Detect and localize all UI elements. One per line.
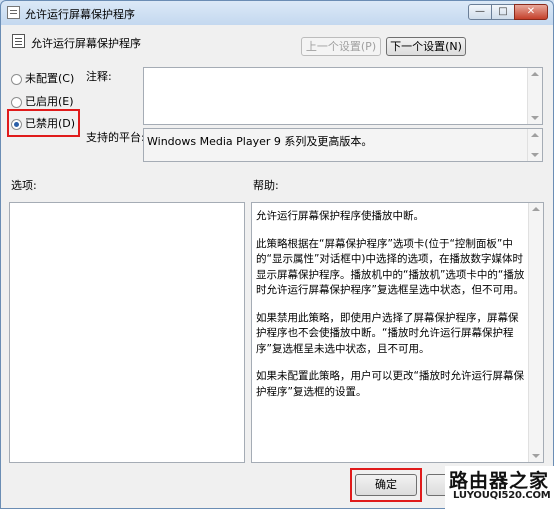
comment-label: 注释:: [86, 70, 112, 83]
scroll-down-icon[interactable]: [531, 116, 539, 120]
help-paragraph: 如果禁用此策略，即使用户选择了屏幕保护程序，屏幕保护程序也不会使播放中断。“播放…: [256, 311, 519, 355]
help-paragraph: 允许运行屏幕保护程序使播放中断。: [256, 210, 424, 222]
dialog-body: 允许运行屏幕保护程序 上一个设置(P) 下一个设置(N) 未配置(C) 已启用(…: [1, 25, 553, 508]
scroll-up-icon[interactable]: [532, 207, 540, 211]
supported-platform-label: 支持的平台:: [86, 131, 145, 144]
watermark-url: LUYOUQI520.COM: [453, 490, 551, 501]
help-paragraph: 如果未配置此策略，用户可以更改“播放时允许运行屏幕保护程序”复选框的设置。: [256, 370, 524, 398]
close-button[interactable]: ✕: [514, 4, 548, 20]
help-scrollbar[interactable]: [528, 203, 543, 462]
radio-enabled[interactable]: [11, 96, 22, 108]
window-title: 允许运行屏幕保护程序: [25, 8, 135, 21]
help-paragraph: 此策略根据在“屏幕保护程序”选项卡(位于“控制面板”中的“显示属性”对话框中)中…: [256, 237, 525, 297]
options-panel: [9, 202, 245, 463]
help-label: 帮助:: [253, 179, 279, 192]
scroll-up-icon[interactable]: [531, 72, 539, 76]
supported-scrollbar[interactable]: [527, 129, 542, 161]
option-not-configured[interactable]: 未配置(C): [11, 70, 74, 86]
help-panel: 允许运行屏幕保护程序使播放中断。 此策略根据在“屏幕保护程序”选项卡(位于“控制…: [251, 202, 544, 463]
site-watermark: 路由器之家 LUYOUQI520.COM: [445, 466, 554, 509]
policy-dialog-window: 允许运行屏幕保护程序 — □ ✕ 允许运行屏幕保护程序 上一个设置(P) 下一个…: [0, 0, 554, 509]
maximize-button[interactable]: □: [491, 4, 515, 20]
comment-scrollbar[interactable]: [527, 68, 542, 124]
comment-textarea[interactable]: [143, 67, 543, 125]
previous-setting-button[interactable]: 上一个设置(P): [301, 37, 381, 56]
label-not-configured: 未配置(C): [25, 72, 75, 85]
scroll-up-icon[interactable]: [531, 133, 539, 137]
scroll-down-icon[interactable]: [532, 454, 540, 458]
highlight-box-ok: [350, 468, 422, 502]
highlight-box-disabled: [7, 109, 80, 137]
supported-platform-field: Windows Media Player 9 系列及更高版本。: [143, 128, 543, 162]
scroll-down-icon[interactable]: [531, 153, 539, 157]
policy-icon: [7, 6, 20, 19]
label-enabled: 已启用(E): [25, 95, 74, 108]
policy-title: 允许运行屏幕保护程序: [31, 37, 141, 50]
option-enabled[interactable]: 已启用(E): [11, 93, 74, 109]
options-label: 选项:: [11, 179, 37, 192]
minimize-button[interactable]: —: [468, 4, 492, 20]
supported-platform-value: Windows Media Player 9 系列及更高版本。: [147, 135, 373, 148]
radio-not-configured[interactable]: [11, 73, 22, 85]
title-bar[interactable]: 允许运行屏幕保护程序 — □ ✕: [1, 1, 553, 25]
watermark-title: 路由器之家: [449, 470, 550, 492]
next-setting-button[interactable]: 下一个设置(N): [386, 37, 466, 56]
policy-header-icon: [12, 34, 25, 48]
